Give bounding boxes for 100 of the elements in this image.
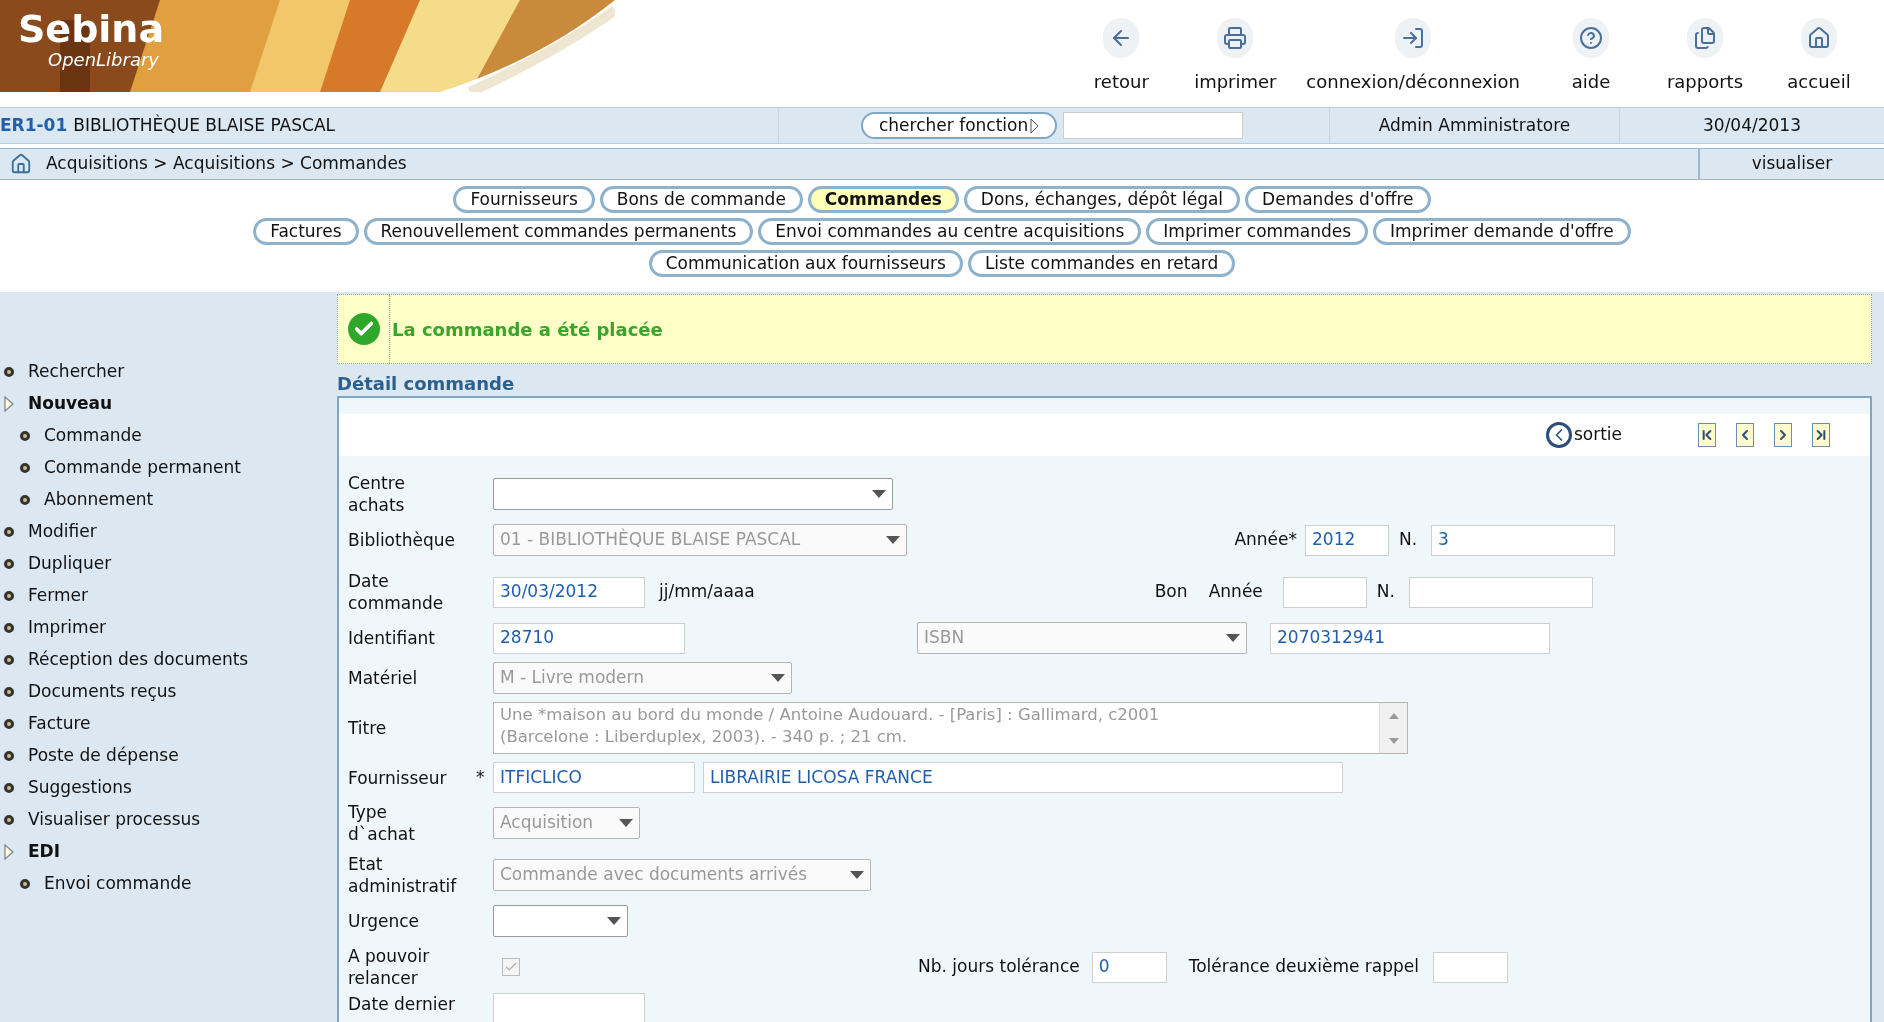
bullet-icon (4, 687, 14, 697)
library-name: BIBLIOTHÈQUE BLAISE PASCAL (73, 113, 335, 137)
urgency-select[interactable] (493, 905, 628, 937)
printer-icon (1223, 26, 1248, 50)
sidebar-item[interactable]: EDI (28, 839, 61, 865)
field-label: Date dernier (348, 993, 456, 1015)
sidebar-item[interactable]: Imprimer (28, 615, 107, 641)
toolbar-button[interactable]: aide (1536, 18, 1646, 95)
field-label: Urgence (348, 910, 420, 932)
success-message: La commande a été placée (392, 317, 663, 342)
bullet-icon (4, 783, 14, 793)
tab[interactable]: Liste commandes en retard (967, 250, 1236, 277)
date-field[interactable]: 30/03/2012 (493, 576, 645, 608)
field-label: Bibliothèque (348, 529, 456, 551)
supplier-code-field[interactable]: ITFICLICO (493, 762, 695, 793)
home-icon[interactable] (10, 153, 32, 175)
second-reminder-field[interactable] (1433, 951, 1509, 983)
bullet-icon (4, 367, 14, 377)
toolbar-button[interactable]: retour (1066, 18, 1177, 95)
bullet-icon (4, 719, 14, 729)
sidebar-item[interactable]: Documents reçus (28, 679, 177, 705)
exit-button[interactable]: sortie (1545, 422, 1622, 448)
order-number-field[interactable] (1408, 576, 1593, 608)
sidebar-item[interactable]: Facture (28, 711, 91, 737)
sidebar-item[interactable]: Visualiser processus (28, 807, 201, 833)
sidebar-item[interactable]: Rechercher (28, 359, 125, 385)
tab[interactable]: Factures (253, 218, 359, 245)
title-line: (Barcelone : Liberduplex, 2003). - 340 p. ; 21 cm. (500, 726, 909, 748)
library-code: ER1-01 (0, 113, 68, 137)
date-text: 30/04/2013 (1703, 113, 1801, 137)
visualiser-button[interactable]: visualiser (1698, 149, 1884, 179)
field-label: Type d`achat (348, 801, 416, 845)
last-date-field[interactable] (493, 993, 645, 1022)
bullet-icon (4, 751, 14, 761)
breadcrumb: Acquisitions > Acquisitions > Commandes (46, 152, 408, 176)
caret-icon (771, 674, 785, 682)
check-icon (347, 313, 380, 345)
logo-title: Sebina (18, 8, 166, 50)
tab[interactable]: Demandes d'offre (1245, 186, 1431, 213)
tab[interactable]: Dons, échanges, dépôt légal (963, 186, 1241, 213)
sidebar-item[interactable]: Fermer (28, 583, 88, 609)
sidebar-item[interactable]: Envoi commande (44, 871, 192, 897)
field-label: Année (1208, 580, 1264, 604)
sidebar-item[interactable]: Modifier (28, 519, 97, 545)
bullet-icon (20, 495, 30, 505)
login-icon (1401, 26, 1426, 50)
year-field[interactable]: 2012 (1305, 524, 1389, 556)
field-label: Fournisseur (348, 766, 448, 789)
toolbar-button[interactable]: accueil (1764, 18, 1874, 95)
bullet-icon (4, 591, 14, 601)
toolbar-button[interactable]: connexion/déconnexion (1294, 18, 1532, 95)
sidebar-item[interactable]: Nouveau (28, 391, 113, 417)
field-label: Etat administratif (348, 853, 456, 897)
number-field[interactable]: 3 (1431, 524, 1615, 556)
sidebar-item[interactable]: Suggestions (28, 775, 132, 801)
triangle-icon (4, 844, 14, 860)
sidebar-item[interactable]: Commande (44, 423, 142, 449)
sidebar-item[interactable]: Réception des documents (28, 647, 249, 673)
caret-icon (619, 819, 633, 827)
triangle-icon (1030, 117, 1040, 134)
bullet-icon (4, 559, 14, 569)
search-field[interactable] (1063, 112, 1244, 139)
tab[interactable]: Communication aux fournisseurs (648, 250, 963, 277)
sidebar-item[interactable]: Commande permanent (44, 455, 241, 481)
title-line: Une *maison au bord du monde / Antoine Audouard. - [Paris] : Gallimard, c2001 (500, 704, 1161, 726)
field-label: Date commande (348, 570, 445, 614)
identifier-field[interactable]: 28710 (493, 622, 685, 654)
supplier-name-field[interactable]: LIBRAIRIE LICOSA FRANCE (703, 762, 1343, 793)
sidebar-item[interactable]: Abonnement (44, 487, 154, 513)
tab[interactable]: Envoi commandes au centre acquisitions (758, 218, 1142, 245)
order-year-field[interactable] (1282, 576, 1367, 608)
caret-icon (886, 536, 900, 544)
tab[interactable]: Imprimer commandes (1146, 218, 1368, 245)
toolbar-button[interactable]: rapports (1650, 18, 1760, 95)
tab[interactable]: Fournisseurs (453, 186, 595, 213)
bullet-icon (4, 815, 14, 825)
tab[interactable]: Imprimer demande d'offre (1373, 218, 1631, 245)
section-title: Détail commande (337, 372, 516, 396)
centre-achats-select[interactable] (493, 478, 893, 510)
search-function-button[interactable]: chercher fonction (861, 112, 1058, 139)
required-mark: * (476, 765, 486, 789)
field-label: Matériel (348, 667, 419, 689)
tolerance-days-field[interactable]: 0 (1091, 951, 1167, 983)
tab[interactable]: Renouvellement commandes permanents (363, 218, 754, 245)
bullet-icon (4, 527, 14, 537)
logo-subtitle: OpenLibrary (47, 50, 160, 70)
bullet-icon (4, 655, 14, 665)
field-label: N. (1376, 580, 1396, 604)
bullet-icon (4, 623, 14, 633)
tab[interactable]: Bons de commande (599, 186, 803, 213)
date-format-hint: jj/mm/aaaa (659, 580, 755, 604)
toolbar-button[interactable]: imprimer (1180, 18, 1291, 95)
tab[interactable]: Commandes (807, 186, 959, 213)
isbn-field[interactable]: 2070312941 (1270, 622, 1550, 654)
sidebar-item[interactable]: Poste de dépense (28, 743, 179, 769)
caret-icon (850, 871, 864, 879)
help-icon (1579, 26, 1603, 50)
bullet-icon (20, 431, 30, 441)
sidebar-item[interactable]: Dupliquer (28, 551, 112, 577)
bullet-icon (20, 879, 30, 889)
